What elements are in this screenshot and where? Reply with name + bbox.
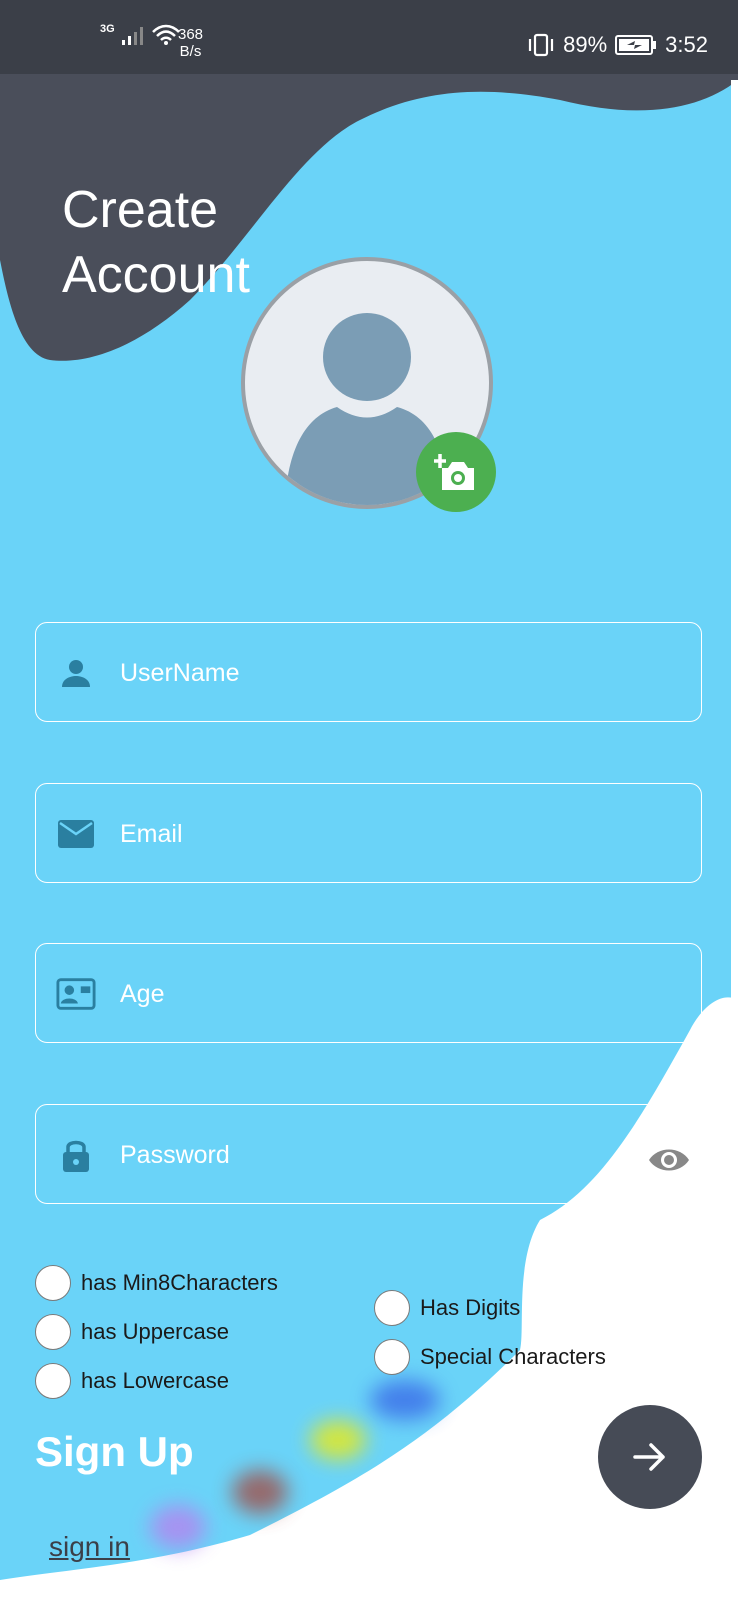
blob-yellow [310,1420,366,1460]
mail-icon [56,814,96,854]
signal-icon [121,27,143,45]
rule-lowercase[interactable]: has Lowercase [35,1363,229,1399]
vibrate-icon [529,33,554,57]
rule-digits-label: Has Digits [420,1295,521,1320]
arrow-right-icon [633,1443,665,1471]
status-left: 3G [100,23,181,46]
signup-heading: Sign Up [35,1428,194,1475]
page-title: Create Account [62,178,250,308]
rule-digits-checkbox[interactable] [374,1290,410,1326]
add-photo-button[interactable] [416,432,496,512]
network-type: 3G [100,23,115,35]
network-speed: 368 B/s [178,26,203,60]
age-input[interactable] [118,944,642,1044]
status-bar: 3G 368 B/s 89% 3:52 [0,0,738,74]
battery-charging-icon [615,35,657,55]
network-speed-value: 368 [178,26,204,43]
clock-time: 3:52 [665,32,708,57]
wifi-icon [151,24,180,45]
lock-icon [56,1135,96,1175]
rule-lowercase-checkbox[interactable] [35,1363,71,1399]
rule-min8-label: has Min8Characters [81,1270,278,1295]
password-input[interactable] [118,1105,642,1205]
blob-purple [150,1505,206,1549]
rule-digits[interactable]: Has Digits [374,1290,520,1326]
signup-submit-button[interactable] [598,1405,702,1509]
battery-percent: 89% [563,32,608,57]
right-edge [731,80,738,1600]
title-line-2: Account [62,246,250,304]
email-field[interactable] [35,783,702,884]
username-field[interactable] [35,622,702,723]
rule-min8-checkbox[interactable] [35,1265,71,1301]
age-field[interactable] [35,943,702,1044]
title-line-1: Create [62,181,219,239]
add-a-photo-icon [434,454,474,490]
username-input[interactable] [118,623,642,723]
contact-card-icon [56,974,96,1014]
eye-icon[interactable] [648,1145,690,1175]
status-right: 89% 3:52 [527,32,708,58]
blob-blue [370,1380,440,1420]
password-field[interactable] [35,1104,702,1205]
blob-red [232,1470,288,1514]
rule-special-checkbox[interactable] [374,1339,410,1375]
email-input[interactable] [118,784,642,884]
rule-special[interactable]: Special Characters [374,1339,606,1375]
rule-uppercase-label: has Uppercase [81,1319,229,1344]
screen: 3G 368 B/s 89% 3:52 Create Account UserN… [0,0,738,1600]
network-speed-unit: B/s [179,43,202,60]
rule-uppercase[interactable]: has Uppercase [35,1314,229,1350]
rule-special-label: Special Characters [420,1344,606,1369]
person-icon [56,653,96,693]
rule-min8[interactable]: has Min8Characters [35,1265,278,1301]
signin-link[interactable]: sign in [49,1531,130,1563]
rule-uppercase-checkbox[interactable] [35,1314,71,1350]
rule-lowercase-label: has Lowercase [81,1368,229,1393]
